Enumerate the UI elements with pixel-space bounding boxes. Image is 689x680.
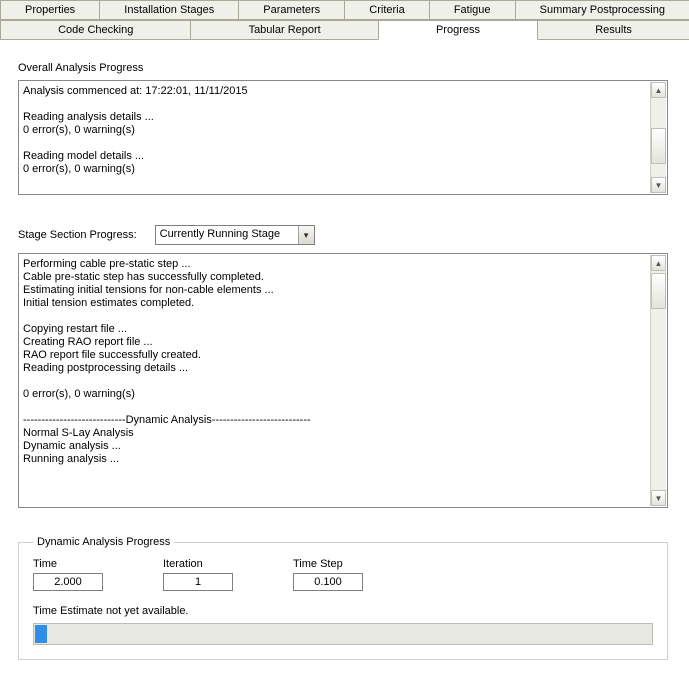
chevron-down-icon[interactable]: ▼ <box>298 226 314 244</box>
scroll-up-icon[interactable]: ▲ <box>651 82 666 98</box>
iteration-label: Iteration <box>163 558 233 570</box>
tab-row-1: Properties Installation Stages Parameter… <box>0 0 689 20</box>
scroll-down-icon[interactable]: ▼ <box>651 490 666 506</box>
scroll-track[interactable] <box>651 271 666 490</box>
overall-progress-text: Analysis commenced at: 17:22:01, 11/11/2… <box>19 81 650 180</box>
tab-properties[interactable]: Properties <box>0 0 100 19</box>
time-label: Time <box>33 558 103 570</box>
stage-progress-label: Stage Section Progress: <box>18 229 137 241</box>
tab-criteria[interactable]: Criteria <box>344 0 430 19</box>
scroll-track[interactable] <box>651 98 666 177</box>
scroll-thumb[interactable] <box>651 273 666 309</box>
stage-scrollbar[interactable]: ▲ ▼ <box>650 255 666 506</box>
stage-combo[interactable]: Currently Running Stage ▼ <box>155 225 315 245</box>
time-value: 2.000 <box>33 573 103 591</box>
tab-fatigue[interactable]: Fatigue <box>429 0 516 19</box>
overall-progress-log[interactable]: Analysis commenced at: 17:22:01, 11/11/2… <box>18 80 668 195</box>
tab-progress[interactable]: Progress <box>378 20 538 40</box>
tab-installation-stages[interactable]: Installation Stages <box>99 0 239 19</box>
scroll-down-icon[interactable]: ▼ <box>651 177 666 193</box>
tab-row-2: Code Checking Tabular Report Progress Re… <box>0 20 689 40</box>
tab-parameters[interactable]: Parameters <box>238 0 345 19</box>
scroll-thumb[interactable] <box>651 128 666 164</box>
dynamic-progress-legend: Dynamic Analysis Progress <box>33 536 174 548</box>
tab-summary-postprocessing[interactable]: Summary Postprocessing <box>515 0 689 19</box>
stage-progress-log[interactable]: Performing cable pre-static step ... Cab… <box>18 253 668 508</box>
tab-results[interactable]: Results <box>537 20 689 39</box>
scroll-up-icon[interactable]: ▲ <box>651 255 666 271</box>
tab-code-checking[interactable]: Code Checking <box>0 20 191 39</box>
dynamic-progress-group: Dynamic Analysis Progress Time 2.000 Ite… <box>18 536 668 660</box>
iteration-value: 1 <box>163 573 233 591</box>
overall-scrollbar[interactable]: ▲ ▼ <box>650 82 666 193</box>
progress-panel: Overall Analysis Progress Analysis comme… <box>0 40 689 670</box>
tab-tabular-report[interactable]: Tabular Report <box>190 20 378 39</box>
stage-progress-text: Performing cable pre-static step ... Cab… <box>19 254 650 470</box>
timestep-label: Time Step <box>293 558 363 570</box>
progress-fill <box>35 625 47 643</box>
time-estimate-text: Time Estimate not yet available. <box>33 605 653 617</box>
overall-progress-label: Overall Analysis Progress <box>18 62 671 74</box>
stage-combo-value: Currently Running Stage <box>156 226 298 244</box>
progress-bar <box>33 623 653 645</box>
timestep-value: 0.100 <box>293 573 363 591</box>
tab-container: Properties Installation Stages Parameter… <box>0 0 689 40</box>
